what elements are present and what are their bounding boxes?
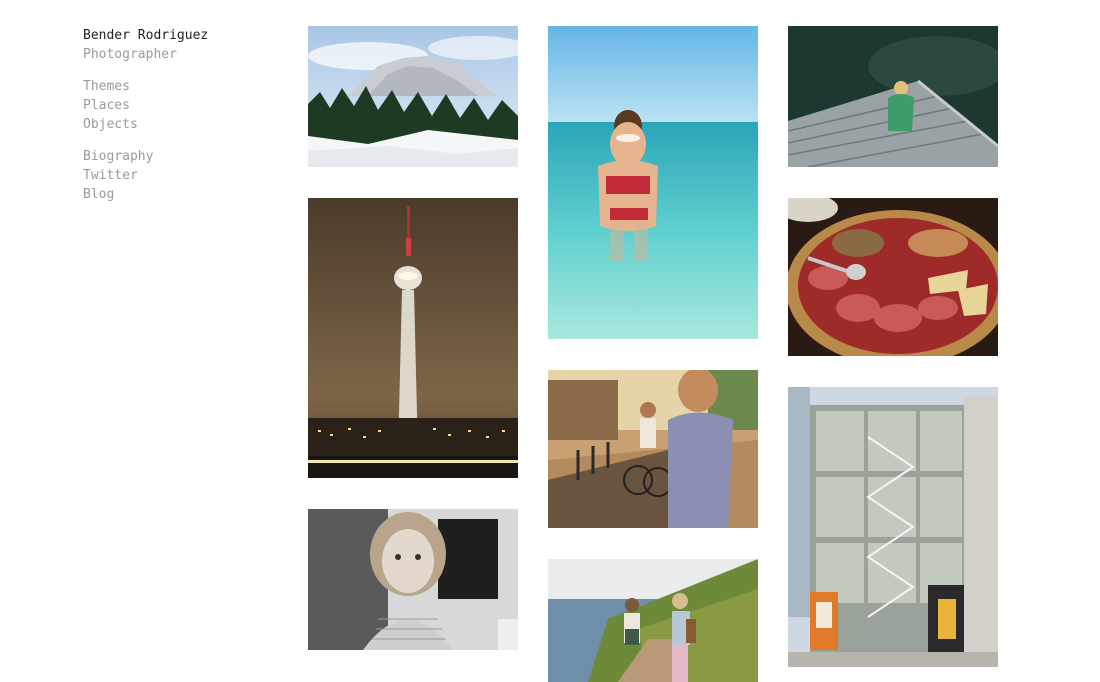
gallery-photo-girl[interactable] <box>308 509 518 650</box>
gallery-photo-building[interactable] <box>788 387 998 667</box>
gallery-photo-tower[interactable] <box>308 198 518 478</box>
nav-item-twitter[interactable]: Twitter <box>83 166 283 185</box>
nav-secondary: Biography Twitter Blog <box>83 147 283 204</box>
photo-building-image <box>788 387 998 667</box>
site-subtitle: Photographer <box>83 47 177 62</box>
photo-hikers-image <box>548 559 758 682</box>
sidebar: Bender Rodriguez Photographer Themes Pla… <box>83 26 283 204</box>
photo-mountain-image <box>308 26 518 167</box>
gallery-photo-swimmer[interactable] <box>548 26 758 339</box>
photo-tower-image <box>308 198 518 478</box>
photo-street-image <box>548 370 758 528</box>
nav-item-themes[interactable]: Themes <box>83 77 283 96</box>
photo-dock-image <box>788 26 998 167</box>
photo-swimmer-image <box>548 26 758 339</box>
photo-food-image <box>788 198 998 356</box>
site-name-link[interactable]: Bender Rodriguez <box>83 26 283 45</box>
gallery-photo-street[interactable] <box>548 370 758 528</box>
nav-item-biography[interactable]: Biography <box>83 147 283 166</box>
nav-primary: Themes Places Objects <box>83 77 283 134</box>
photo-girl-image <box>308 509 518 650</box>
gallery-photo-food[interactable] <box>788 198 998 356</box>
gallery-photo-hikers[interactable] <box>548 559 758 682</box>
gallery-photo-mountain[interactable] <box>308 26 518 167</box>
nav-item-places[interactable]: Places <box>83 96 283 115</box>
nav-item-objects[interactable]: Objects <box>83 115 283 134</box>
gallery-photo-dock[interactable] <box>788 26 998 167</box>
nav-item-blog[interactable]: Blog <box>83 185 283 204</box>
